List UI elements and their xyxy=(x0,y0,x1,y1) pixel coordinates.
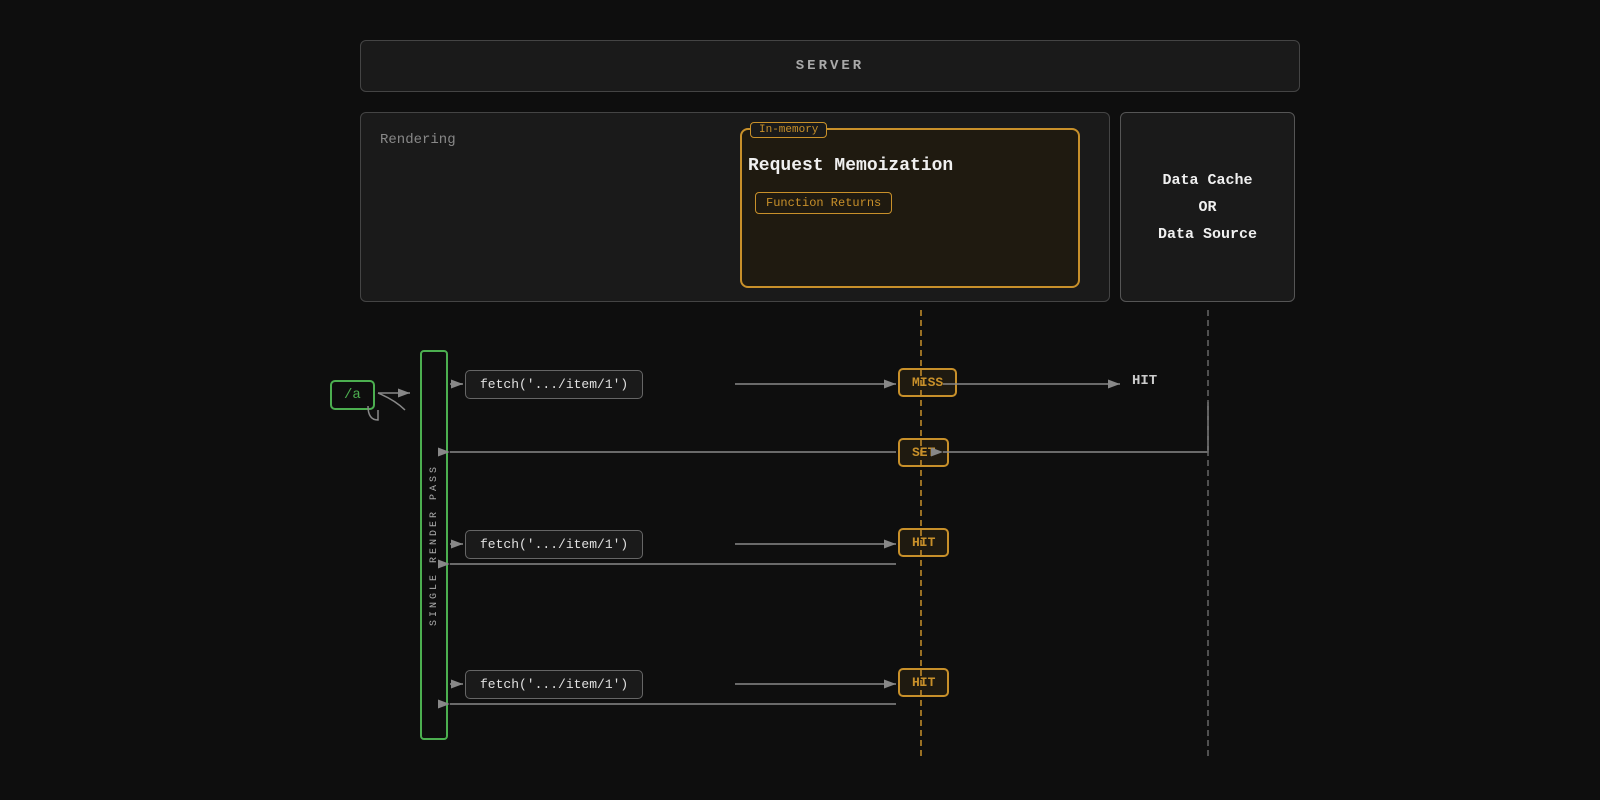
set-badge: SET xyxy=(898,438,949,467)
miss-badge: MISS xyxy=(898,368,957,397)
server-label: SERVER xyxy=(796,58,864,74)
render-pass-label: SINGLE RENDER PASS xyxy=(429,464,440,626)
data-cache-line2: OR xyxy=(1198,194,1216,221)
hit-badge-3: HIT xyxy=(898,668,949,697)
diagram-container: SERVER Rendering In-memory Request Memoi… xyxy=(300,40,1300,760)
fetch-box-2: fetch('.../item/1') xyxy=(465,530,643,559)
fetch-box-1: fetch('.../item/1') xyxy=(465,370,643,399)
memo-title: Request Memoization xyxy=(748,156,953,176)
render-pass-bar: SINGLE RENDER PASS xyxy=(420,350,448,740)
data-cache-line3: Data Source xyxy=(1158,221,1257,248)
func-returns-tag: Function Returns xyxy=(755,192,892,214)
rendering-label: Rendering xyxy=(380,112,456,148)
data-cache-line1: Data Cache xyxy=(1162,167,1252,194)
memo-tag: In-memory xyxy=(750,122,827,138)
fetch-box-3: fetch('.../item/1') xyxy=(465,670,643,699)
hit-badge-2: HIT xyxy=(898,528,949,557)
route-box: /a xyxy=(330,380,375,410)
data-cache-box: Data Cache OR Data Source xyxy=(1120,112,1295,302)
server-box: SERVER xyxy=(360,40,1300,92)
hit-badge-datacache: HIT xyxy=(1120,368,1169,394)
